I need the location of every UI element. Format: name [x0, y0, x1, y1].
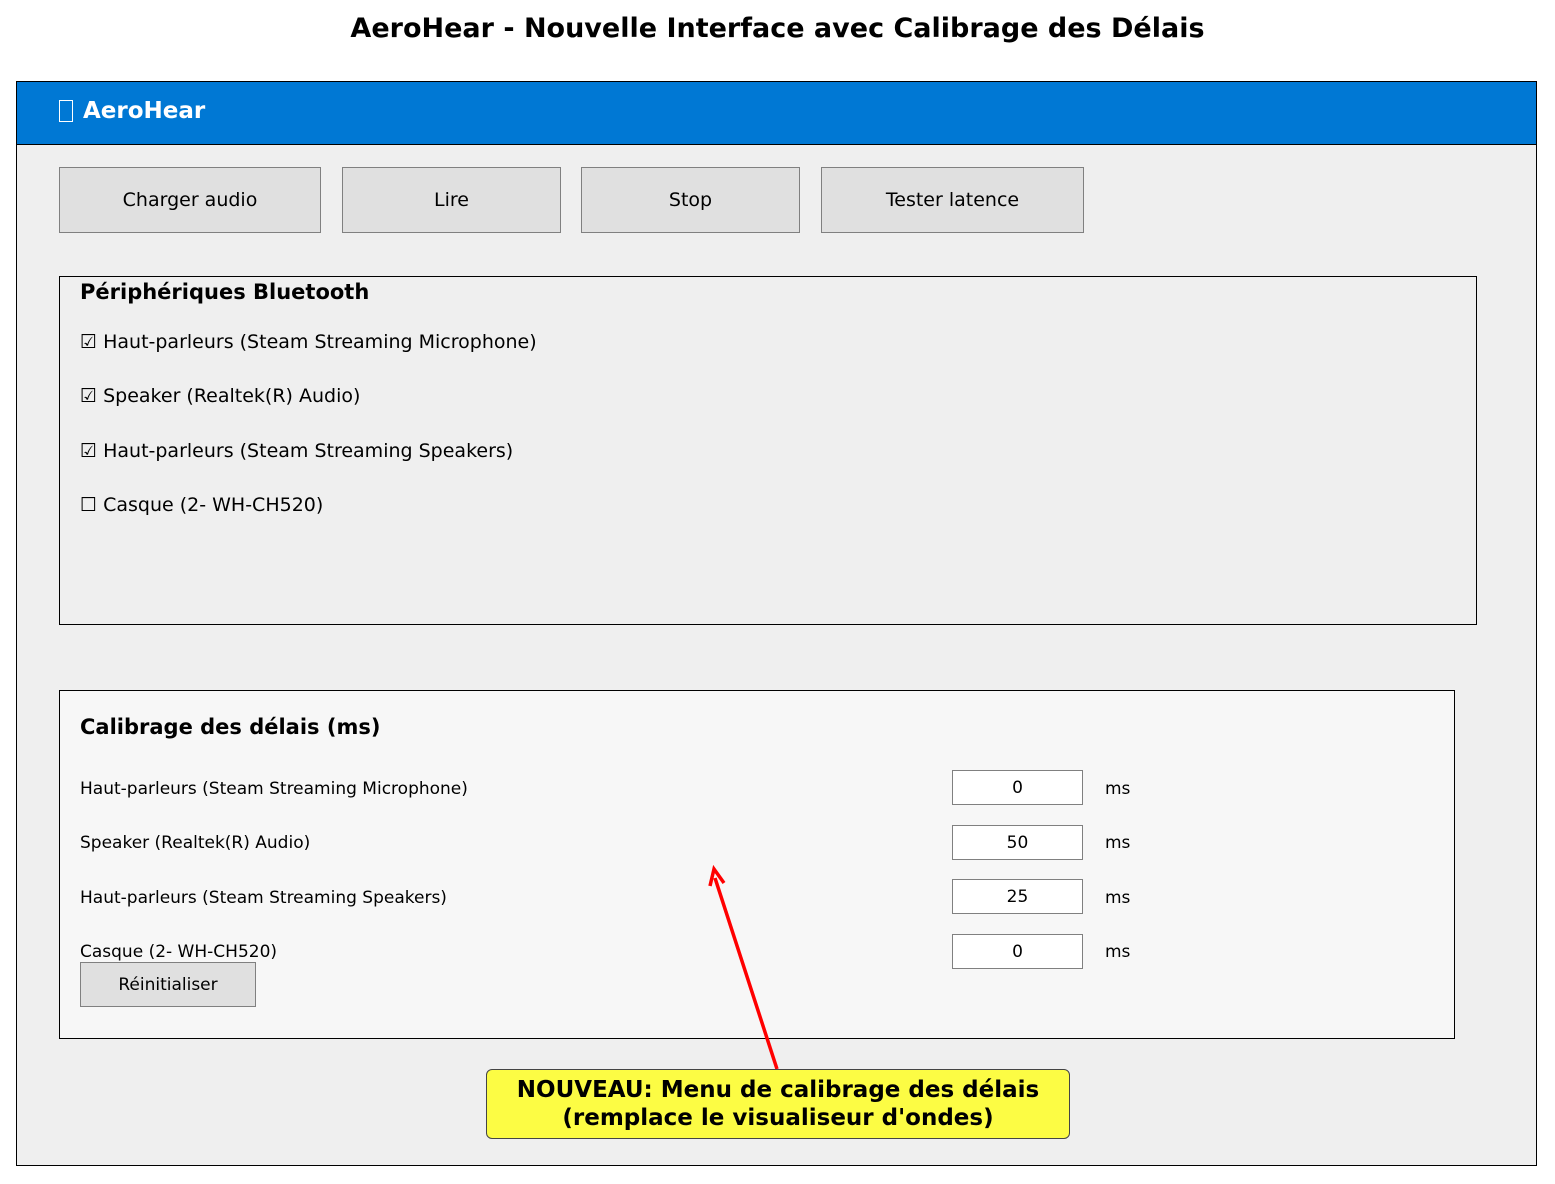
delay-input[interactable]: 0 [952, 934, 1083, 969]
device-item[interactable]: ☑ Speaker (Realtek(R) Audio) [80, 383, 360, 409]
callout-line-1: NOUVEAU: Menu de calibrage des délais [516, 1077, 1040, 1103]
calibration-device-label: Casque (2- WH-CH520) [80, 942, 278, 962]
play-button[interactable]: Lire [342, 167, 561, 233]
app-title: AeroHear [83, 98, 206, 124]
calibration-device-label: Haut-parleurs (Steam Streaming Microphon… [80, 779, 468, 799]
device-item[interactable]: ☑ Haut-parleurs (Steam Streaming Speaker… [80, 438, 513, 464]
device-item[interactable]: ☑ Haut-parleurs (Steam Streaming Microph… [80, 329, 537, 355]
speaker-icon [59, 100, 73, 122]
device-label: Haut-parleurs (Steam Streaming Microphon… [103, 331, 537, 353]
device-label: Casque (2- WH-CH520) [103, 494, 324, 516]
checkbox-checked-icon[interactable]: ☑ [80, 440, 97, 462]
checkbox-checked-icon[interactable]: ☑ [80, 385, 97, 407]
device-item[interactable]: ☐ Casque (2- WH-CH520) [80, 492, 323, 518]
unit-label: ms [1105, 888, 1131, 908]
calibration-device-label: Haut-parleurs (Steam Streaming Speakers) [80, 888, 447, 908]
figure-title: AeroHear - Nouvelle Interface avec Calib… [350, 13, 1205, 44]
delay-calibration-panel: Calibrage des délais (ms) Haut-parleurs … [59, 690, 1455, 1039]
delay-input[interactable]: 0 [952, 770, 1083, 805]
load-audio-button[interactable]: Charger audio [59, 167, 321, 233]
reset-button[interactable]: Réinitialiser [80, 962, 256, 1007]
callout-line-2: (remplace le visualiseur d'ondes) [562, 1105, 994, 1131]
app-window: AeroHear Charger audio Lire Stop Tester … [16, 81, 1537, 1166]
bluetooth-panel-title: Périphériques Bluetooth [80, 280, 370, 304]
delay-input[interactable]: 50 [952, 825, 1083, 860]
unit-label: ms [1105, 779, 1131, 799]
bluetooth-devices-panel: Périphériques Bluetooth ☑ Haut-parleurs … [59, 276, 1477, 625]
device-label: Haut-parleurs (Steam Streaming Speakers) [103, 440, 514, 462]
delay-input[interactable]: 25 [952, 879, 1083, 914]
checkbox-unchecked-icon[interactable]: ☐ [80, 494, 97, 516]
test-latency-button[interactable]: Tester latence [821, 167, 1084, 233]
stop-button[interactable]: Stop [581, 167, 800, 233]
unit-label: ms [1105, 833, 1131, 853]
unit-label: ms [1105, 942, 1131, 962]
calibration-device-label: Speaker (Realtek(R) Audio) [80, 833, 311, 853]
checkbox-checked-icon[interactable]: ☑ [80, 331, 97, 353]
new-feature-callout: NOUVEAU: Menu de calibrage des délais (r… [486, 1069, 1070, 1139]
title-bar: AeroHear [17, 82, 1536, 145]
device-label: Speaker (Realtek(R) Audio) [103, 385, 361, 407]
calibration-panel-title: Calibrage des délais (ms) [80, 715, 381, 739]
